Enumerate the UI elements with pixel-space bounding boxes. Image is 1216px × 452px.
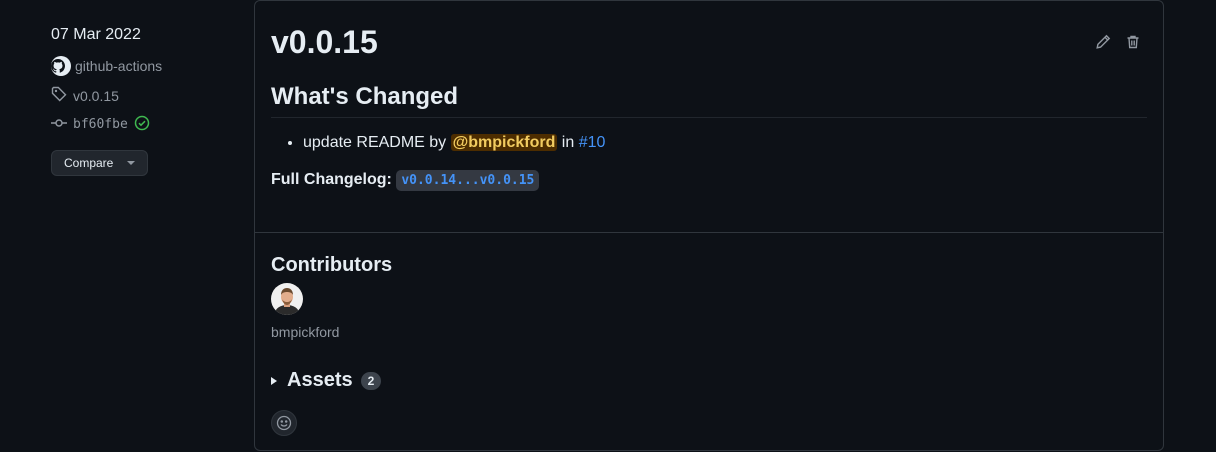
tag-icon <box>51 86 73 105</box>
release-card: v0.0.15 What's Changed update README by … <box>254 0 1164 451</box>
smiley-icon[interactable] <box>271 410 297 436</box>
assets-label: Assets <box>287 369 353 391</box>
changelog-compare-link[interactable]: v0.0.14...v0.0.15 <box>396 170 540 191</box>
author-row[interactable]: github-actions <box>51 56 241 76</box>
assets-count-badge: 2 <box>360 371 382 390</box>
compare-button[interactable]: Compare <box>51 150 149 176</box>
changelog-label: Full Changelog: <box>271 171 392 188</box>
release-header: v0.0.15 <box>271 1 1147 83</box>
change-list: update README by @bmpickford in #10 <box>271 132 1147 154</box>
section-divider <box>255 232 1163 233</box>
git-commit-icon <box>51 115 73 134</box>
user-mention-link[interactable]: @bmpickford <box>450 134 558 151</box>
commit-row[interactable]: bf60fbe <box>51 115 241 134</box>
release-sidebar: 07 Mar 2022 github-actions v0.0.15 bf60f… <box>51 26 241 176</box>
tag-row[interactable]: v0.0.15 <box>51 86 241 105</box>
contributor-avatar[interactable] <box>271 283 303 315</box>
contributors-section: Contributors bmpickford <box>271 254 392 340</box>
commit-sha[interactable]: bf60fbe <box>73 117 128 132</box>
contributors-heading: Contributors <box>271 254 393 276</box>
contributor-name[interactable]: bmpickford <box>271 324 392 340</box>
assets-toggle[interactable]: Assets 2 <box>271 369 382 392</box>
whats-changed-heading: What's Changed <box>271 83 1147 118</box>
list-item: update README by @bmpickford in #10 <box>303 132 1147 154</box>
caret-right-icon <box>271 376 277 385</box>
compare-label: Compare <box>64 156 114 170</box>
chevron-down-icon <box>127 161 136 165</box>
release-date: 07 Mar 2022 <box>51 26 141 43</box>
release-actions <box>1094 33 1142 51</box>
trash-icon[interactable] <box>1124 33 1142 51</box>
tag-name[interactable]: v0.0.15 <box>73 88 119 104</box>
check-circle-icon <box>134 115 156 134</box>
pencil-icon[interactable] <box>1094 33 1112 51</box>
change-text: update README by <box>303 134 451 151</box>
author-name[interactable]: github-actions <box>75 58 162 74</box>
pull-request-link[interactable]: #10 <box>579 134 606 151</box>
release-title[interactable]: v0.0.15 <box>271 24 378 61</box>
github-logo-icon <box>51 56 71 76</box>
change-text-mid: in <box>557 134 579 151</box>
full-changelog: Full Changelog: v0.0.14...v0.0.15 <box>271 170 1147 191</box>
